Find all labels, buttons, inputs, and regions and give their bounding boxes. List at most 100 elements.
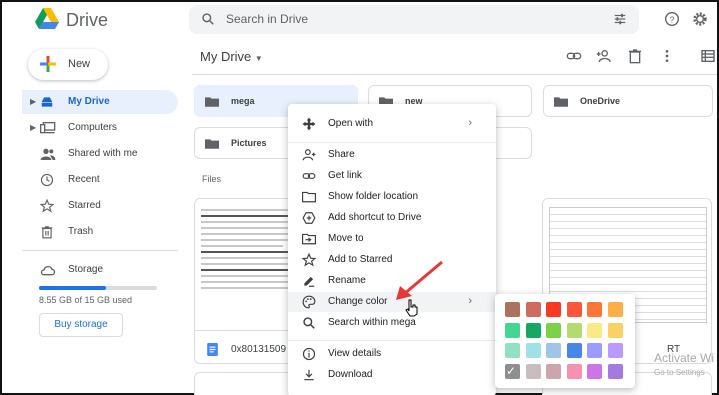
menu-item-label: Search within mega (328, 317, 416, 328)
sidebar-item-label: Computers (68, 122, 117, 133)
new-button[interactable]: New (28, 49, 108, 80)
color-swatch[interactable] (566, 302, 582, 317)
folder-label: Pictures (231, 138, 267, 148)
sidebar-item-storage[interactable]: Storage (22, 258, 178, 282)
menu-item-label: View details (328, 348, 382, 359)
add-person-icon[interactable] (596, 48, 612, 64)
storage-progress-bar (39, 286, 157, 290)
menu-item-show-folder-location[interactable]: Show folder location (288, 187, 496, 207)
menu-item-label: Open with (328, 118, 374, 129)
menu-item-search-within[interactable]: Search within mega (288, 313, 496, 333)
search-icon (303, 317, 315, 329)
app-name: Drive (66, 10, 109, 30)
delete-icon[interactable] (627, 48, 643, 64)
color-swatch[interactable] (505, 302, 520, 317)
plus-icon (40, 56, 56, 72)
menu-item-change-color[interactable]: Change color › (288, 292, 496, 312)
storage-used-text: 8.55 GB of 15 GB used (39, 295, 133, 305)
color-swatch[interactable] (607, 322, 623, 338)
rename-icon (304, 276, 315, 287)
color-swatch[interactable] (607, 343, 623, 358)
color-swatch[interactable] (505, 343, 520, 358)
search-options-icon[interactable] (613, 12, 627, 26)
menu-item-add-to-starred[interactable]: Add to Starred (288, 250, 496, 270)
context-menu: Open with › Share Get link Show folder l… (288, 104, 496, 395)
more-options-icon[interactable] (659, 48, 675, 64)
color-swatch[interactable] (607, 363, 623, 379)
sidebar-item-label: Shared with me (68, 148, 138, 159)
sidebar-divider (22, 250, 178, 251)
color-swatch[interactable] (525, 302, 541, 317)
menu-item-view-details[interactable]: View details (288, 344, 496, 364)
sidebar-item-my-drive[interactable]: ▶ My Drive (22, 90, 178, 114)
sidebar-item-computers[interactable]: ▶ Computers (22, 116, 178, 140)
menu-item-move-to[interactable]: Move to (288, 229, 496, 249)
menu-item-label: Move to (328, 233, 364, 244)
sidebar-item-label: Starred (68, 200, 101, 211)
color-swatch[interactable] (546, 302, 561, 317)
link-icon[interactable] (566, 48, 582, 64)
activation-watermark: Activate Wi (654, 351, 715, 365)
sidebar-item-trash[interactable]: Trash (22, 220, 178, 244)
color-swatch[interactable] (566, 343, 582, 358)
activation-watermark-sub: Go to Settings (654, 368, 705, 377)
color-swatch[interactable] (566, 322, 582, 338)
color-swatch[interactable] (587, 322, 602, 338)
menu-item-rename[interactable]: Rename (288, 271, 496, 291)
caret-right-icon[interactable]: ▶ (30, 97, 36, 106)
color-swatch[interactable] (505, 322, 520, 338)
add-shortcut-icon (302, 212, 316, 224)
color-swatch[interactable] (546, 343, 561, 358)
color-swatch[interactable] (546, 363, 561, 379)
help-icon[interactable]: ? (664, 11, 680, 27)
list-view-icon[interactable] (700, 48, 716, 64)
menu-item-download[interactable]: Download (288, 365, 496, 385)
folder-icon (205, 139, 219, 149)
menu-item-get-link[interactable]: Get link (288, 166, 496, 186)
color-palette: ✓ (495, 294, 635, 388)
menu-item-share[interactable]: Share (288, 145, 496, 165)
new-button-label: New (68, 58, 91, 70)
settings-icon[interactable] (692, 11, 708, 27)
color-swatch[interactable]: ✓ (505, 363, 520, 379)
color-swatch[interactable] (607, 302, 623, 317)
menu-divider (288, 142, 496, 143)
folder-label: OneDrive (580, 96, 621, 106)
menu-item-open-with[interactable]: Open with › (288, 114, 496, 134)
page-title[interactable]: My Drive ▼ (200, 49, 263, 64)
folder-icon (205, 97, 219, 107)
search-input[interactable]: Search in Drive (226, 12, 308, 26)
menu-item-label: Change color (328, 296, 388, 307)
my-drive-icon (41, 97, 53, 107)
color-swatch[interactable] (587, 343, 602, 358)
doc-file-icon (207, 343, 218, 356)
sidebar-item-recent[interactable]: Recent (22, 168, 178, 192)
color-swatch[interactable] (546, 322, 561, 338)
folder-label: mega (231, 96, 255, 106)
files-section-label: Files (202, 174, 222, 184)
color-swatch[interactable] (587, 302, 602, 317)
star-icon (40, 199, 54, 213)
storage-label: Storage (68, 264, 104, 275)
caret-right-icon[interactable]: ▶ (30, 123, 36, 132)
color-swatch[interactable] (566, 363, 582, 379)
share-icon (302, 149, 316, 161)
move-to-icon (302, 233, 316, 245)
color-swatch[interactable] (525, 322, 541, 338)
sidebar-item-shared[interactable]: Shared with me (22, 142, 178, 166)
menu-item-label: Add shortcut to Drive (328, 212, 422, 223)
color-swatch[interactable] (525, 343, 541, 358)
menu-item-add-shortcut[interactable]: Add shortcut to Drive (288, 208, 496, 228)
computer-icon (40, 122, 56, 134)
folder-onedrive[interactable]: OneDrive (543, 85, 713, 117)
color-swatch[interactable] (587, 363, 602, 379)
color-swatch[interactable] (525, 363, 541, 379)
chevron-right-icon: › (468, 295, 472, 307)
sidebar-item-starred[interactable]: Starred (22, 194, 178, 218)
annotation-arrow (396, 260, 443, 300)
menu-item-label: Share (328, 149, 355, 160)
buy-storage-button[interactable]: Buy storage (39, 313, 123, 337)
folder-icon (302, 191, 316, 203)
menu-item-label: Rename (328, 275, 366, 286)
search-bar[interactable]: Search in Drive (189, 5, 639, 34)
